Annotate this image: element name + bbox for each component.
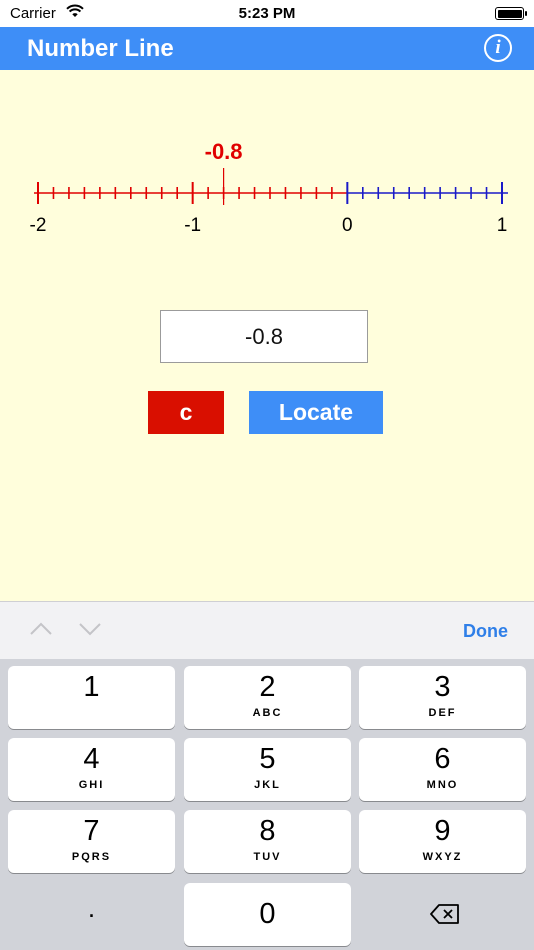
number-line: -2 -1 0 1 -0.8 <box>30 139 508 236</box>
key-digit: 5 <box>259 743 276 775</box>
locate-button[interactable]: Locate <box>249 391 383 434</box>
delete-key[interactable] <box>359 883 526 946</box>
key-letters: PQRS <box>71 851 112 863</box>
clear-button[interactable]: c <box>148 391 224 434</box>
key-7[interactable]: 7 PQRS <box>8 810 175 873</box>
keyboard-toolbar: Done <box>0 601 534 659</box>
numeric-keypad: 1 2 ABC 3 DEF 4 GHI 5 JKL 6 MNO 7 PQRS 8… <box>0 659 534 950</box>
status-bar: Carrier 5:23 PM <box>0 0 534 27</box>
key-digit: 9 <box>434 815 451 847</box>
key-letters: GHI <box>78 779 105 791</box>
key-2[interactable]: 2 ABC <box>184 666 351 729</box>
key-1[interactable]: 1 <box>8 666 175 729</box>
key-5[interactable]: 5 JKL <box>184 738 351 801</box>
key-digit: 2 <box>259 671 276 703</box>
key-digit: 1 <box>83 671 100 703</box>
key-decimal[interactable]: . <box>8 883 175 946</box>
key-letters: WXYZ <box>422 851 463 863</box>
located-value-label: -0.8 <box>205 139 243 164</box>
key-digit: 0 <box>259 898 276 930</box>
key-9[interactable]: 9 WXYZ <box>359 810 526 873</box>
key-digit: 7 <box>83 815 100 847</box>
key-8[interactable]: 8 TUV <box>184 810 351 873</box>
battery-icon <box>495 7 527 20</box>
done-button[interactable]: Done <box>463 621 508 642</box>
key-digit: 4 <box>83 743 100 775</box>
page-title: Number Line <box>27 35 174 62</box>
key-0[interactable]: 0 <box>184 883 351 946</box>
value-input[interactable]: -0.8 <box>160 310 368 363</box>
info-icon[interactable]: i <box>484 34 512 62</box>
key-letters: MNO <box>426 779 459 791</box>
tick-label: 0 <box>342 215 353 236</box>
key-6[interactable]: 6 MNO <box>359 738 526 801</box>
key-digit: 6 <box>434 743 451 775</box>
nav-bar: Number Line i <box>0 27 534 70</box>
key-digit: . <box>87 893 96 923</box>
status-time: 5:23 PM <box>238 5 296 22</box>
tick-label: -1 <box>184 215 201 236</box>
tick-label: -2 <box>30 215 47 236</box>
key-letters: JKL <box>254 779 281 791</box>
key-letters: TUV <box>253 851 282 863</box>
key-3[interactable]: 3 DEF <box>359 666 526 729</box>
key-letters: DEF <box>428 707 457 719</box>
delete-backspace-icon <box>430 904 459 924</box>
key-digit: 3 <box>434 671 451 703</box>
chevron-down-icon[interactable] <box>78 622 102 636</box>
key-4[interactable]: 4 GHI <box>8 738 175 801</box>
chevron-up-icon[interactable] <box>29 622 53 636</box>
key-letters: ABC <box>252 707 283 719</box>
tick-label: 1 <box>497 215 508 236</box>
key-digit: 8 <box>259 815 276 847</box>
